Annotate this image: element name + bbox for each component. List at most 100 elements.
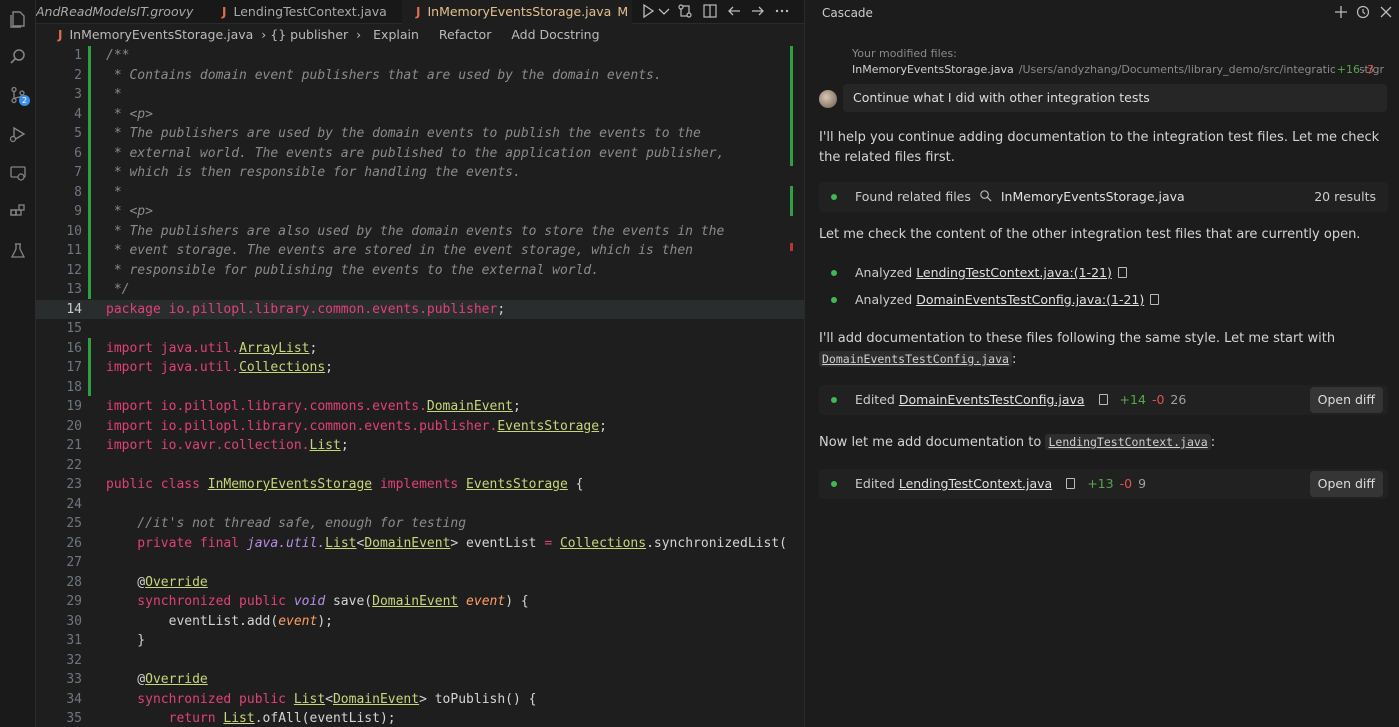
code-line[interactable]: 27 — [36, 553, 804, 573]
chevron-down-icon[interactable] — [656, 3, 670, 21]
plus-icon[interactable] — [1334, 5, 1350, 21]
code-line[interactable]: 19 import io.pillopl.library.commons.even… — [36, 397, 804, 417]
edit-file-link[interactable]: DomainEventsTestConfig.java — [899, 392, 1085, 407]
code-text: import io.pillopl.library.common.events.… — [106, 417, 607, 437]
code-line[interactable]: 22 — [36, 456, 804, 476]
code-line[interactable]: 1 /** — [36, 46, 804, 66]
line-number: 35 — [66, 711, 82, 726]
code-token: /** — [106, 48, 130, 63]
code-line[interactable]: 31 } — [36, 631, 804, 651]
file-icon[interactable] — [1150, 294, 1160, 305]
code-line[interactable]: 29 synchronized public void save(DomainE… — [36, 592, 804, 612]
code-line[interactable]: 6 * external world. The events are publi… — [36, 144, 804, 164]
code-line[interactable]: 18 — [36, 378, 804, 398]
code-line[interactable]: 7 * which is then responsible for handli… — [36, 163, 804, 183]
code-line[interactable]: 23 public class InMemoryEventsStorage imp… — [36, 475, 804, 495]
file-icon[interactable] — [1066, 478, 1076, 489]
code-line[interactable]: 26 private final java.util.List<DomainEv… — [36, 534, 804, 554]
code-line[interactable]: 10 * The publishers are also used by the… — [36, 222, 804, 242]
inline-code-link[interactable]: LendingTestContext.java — [1045, 434, 1211, 450]
explorer-icon[interactable] — [9, 10, 27, 28]
breadcrumb-symbol[interactable]: {} publisher — [270, 24, 348, 46]
code-text: * which is then responsible for handling… — [106, 163, 521, 183]
history-icon[interactable] — [1356, 5, 1372, 21]
edit-card[interactable]: Edited LendingTestContext.java +13 -0 9 Ope… — [819, 469, 1388, 499]
file-icon[interactable] — [1098, 394, 1108, 405]
compare-changes-icon[interactable] — [677, 3, 695, 21]
code-line[interactable]: 5 * The publishers are used by the domai… — [36, 124, 804, 144]
code-line[interactable]: 9 * <p> — [36, 202, 804, 222]
code-line[interactable]: 14 package io.pillopl.library.common.even… — [36, 299, 804, 319]
code-line[interactable]: 15 — [36, 319, 804, 339]
arrow-right-icon[interactable] — [750, 3, 768, 21]
code-token: List — [309, 438, 341, 453]
code-line[interactable]: 25 //it's not thread safe, enough for te… — [36, 514, 804, 534]
search-icon[interactable] — [9, 48, 27, 66]
arrow-left-icon[interactable] — [726, 3, 744, 21]
edit-file-link[interactable]: LendingTestContext.java — [899, 476, 1052, 491]
breadcrumb-file[interactable]: InMemoryEventsStorage.java — [69, 24, 253, 46]
step-file-link[interactable]: LendingTestContext.java:(1-21) — [916, 265, 1112, 280]
refactor-action[interactable]: Refactor — [439, 24, 491, 46]
tab-label: InMemoryEventsStorage.java — [427, 4, 612, 19]
edit-card[interactable]: Edited DomainEventsTestConfig.java +14 -0 2… — [819, 385, 1388, 415]
line-number: 11 — [66, 243, 82, 258]
code-line[interactable]: 33 @Override — [36, 670, 804, 690]
code-line[interactable]: 32 — [36, 651, 804, 671]
close-icon[interactable] — [1379, 5, 1395, 21]
testing-flask-icon[interactable] — [9, 242, 27, 260]
code-line[interactable]: 12 * responsible for publishing the even… — [36, 261, 804, 281]
add-docstring-action[interactable]: Add Docstring — [511, 24, 599, 46]
modified-file-row[interactable]: InMemoryEventsStorage.java/Users/andyzha… — [852, 63, 1384, 76]
code-line[interactable]: 2 * Contains domain event publishers tha… — [36, 66, 804, 86]
code-token: { — [567, 477, 584, 492]
search-result-card[interactable]: Found related files InMemoryEventsStorag… — [819, 182, 1388, 212]
tab-in-memory-events-storage[interactable]: JInMemoryEventsStorage.javaM✕ — [402, 0, 632, 24]
code-token: import io.pillopl.library.common.events.… — [106, 418, 498, 434]
step-file-link[interactable]: DomainEventsTestConfig.java:(1-21) — [916, 292, 1144, 307]
code-line[interactable]: 16 import java.util.ArrayList; — [36, 339, 804, 359]
analyzed-step[interactable]: Analyzed LendingTestContext.java:(1-21) — [819, 262, 1384, 284]
tab-lending-test-context[interactable]: J LendingTestContext.java — [208, 0, 400, 24]
line-number: 8 — [74, 184, 82, 200]
code-line[interactable]: 20 import io.pillopl.library.common.event… — [36, 417, 804, 437]
open-diff-button[interactable]: Open diff — [1309, 471, 1383, 497]
code-line[interactable]: 34 synchronized public List<DomainEvent>… — [36, 690, 804, 710]
activity-bar: 2 — [0, 0, 36, 727]
extensions-icon[interactable] — [9, 203, 27, 221]
code-line[interactable]: 13 */ — [36, 280, 804, 300]
line-number: 21 — [66, 438, 82, 453]
line-number: 15 — [66, 321, 82, 336]
inline-code-link[interactable]: DomainEventsTestConfig.java — [819, 351, 1012, 367]
code-line[interactable]: 30 eventList.add(event); — [36, 612, 804, 632]
search-query: InMemoryEventsStorage.java — [1000, 189, 1185, 204]
open-diff-button[interactable]: Open diff — [1309, 387, 1383, 413]
analyzed-step[interactable]: Analyzed DomainEventsTestConfig.java:(1-… — [819, 289, 1384, 311]
code-line[interactable]: 24 — [36, 495, 804, 515]
file-icon[interactable] — [1117, 267, 1127, 278]
code-text: import io.vavr.collection.List; — [106, 436, 349, 456]
code-text: import java.util.ArrayList; — [106, 339, 317, 359]
code-line[interactable]: 4 * <p> — [36, 105, 804, 125]
code-token: * Contains domain event publishers that … — [106, 67, 662, 83]
line-number: 7 — [74, 165, 82, 180]
modified-indicator: M — [617, 4, 629, 19]
code-line[interactable]: 8 * — [36, 183, 804, 203]
code-line[interactable]: 17 import java.util.Collections; — [36, 358, 804, 378]
code-token: package io.pillopl.library.common.events… — [106, 301, 498, 317]
code-token: * event storage. The events are stored i… — [106, 243, 693, 258]
run-debug-icon[interactable] — [9, 125, 27, 143]
code-line[interactable]: 11 * event storage. The events are store… — [36, 241, 804, 261]
code-line[interactable]: 28 @Override — [36, 573, 804, 593]
split-editor-icon[interactable] — [702, 3, 720, 21]
code-token: Collections — [239, 360, 326, 375]
code-line[interactable]: 21 import io.vavr.collection.List; — [36, 436, 804, 456]
tab-groovy[interactable]: AndReadModelsIT.groovy — [36, 0, 206, 24]
code-line[interactable]: 3 * — [36, 85, 804, 105]
code-line[interactable]: 35 return List.ofAll(eventList); — [36, 709, 804, 727]
code-token: ; — [599, 418, 607, 434]
explain-action[interactable]: Explain — [373, 24, 419, 46]
code-editor[interactable]: 1 /** 2 * Contains domain event publishers… — [36, 46, 804, 727]
remote-explorer-icon[interactable] — [9, 164, 27, 182]
more-actions-icon[interactable] — [774, 3, 792, 21]
